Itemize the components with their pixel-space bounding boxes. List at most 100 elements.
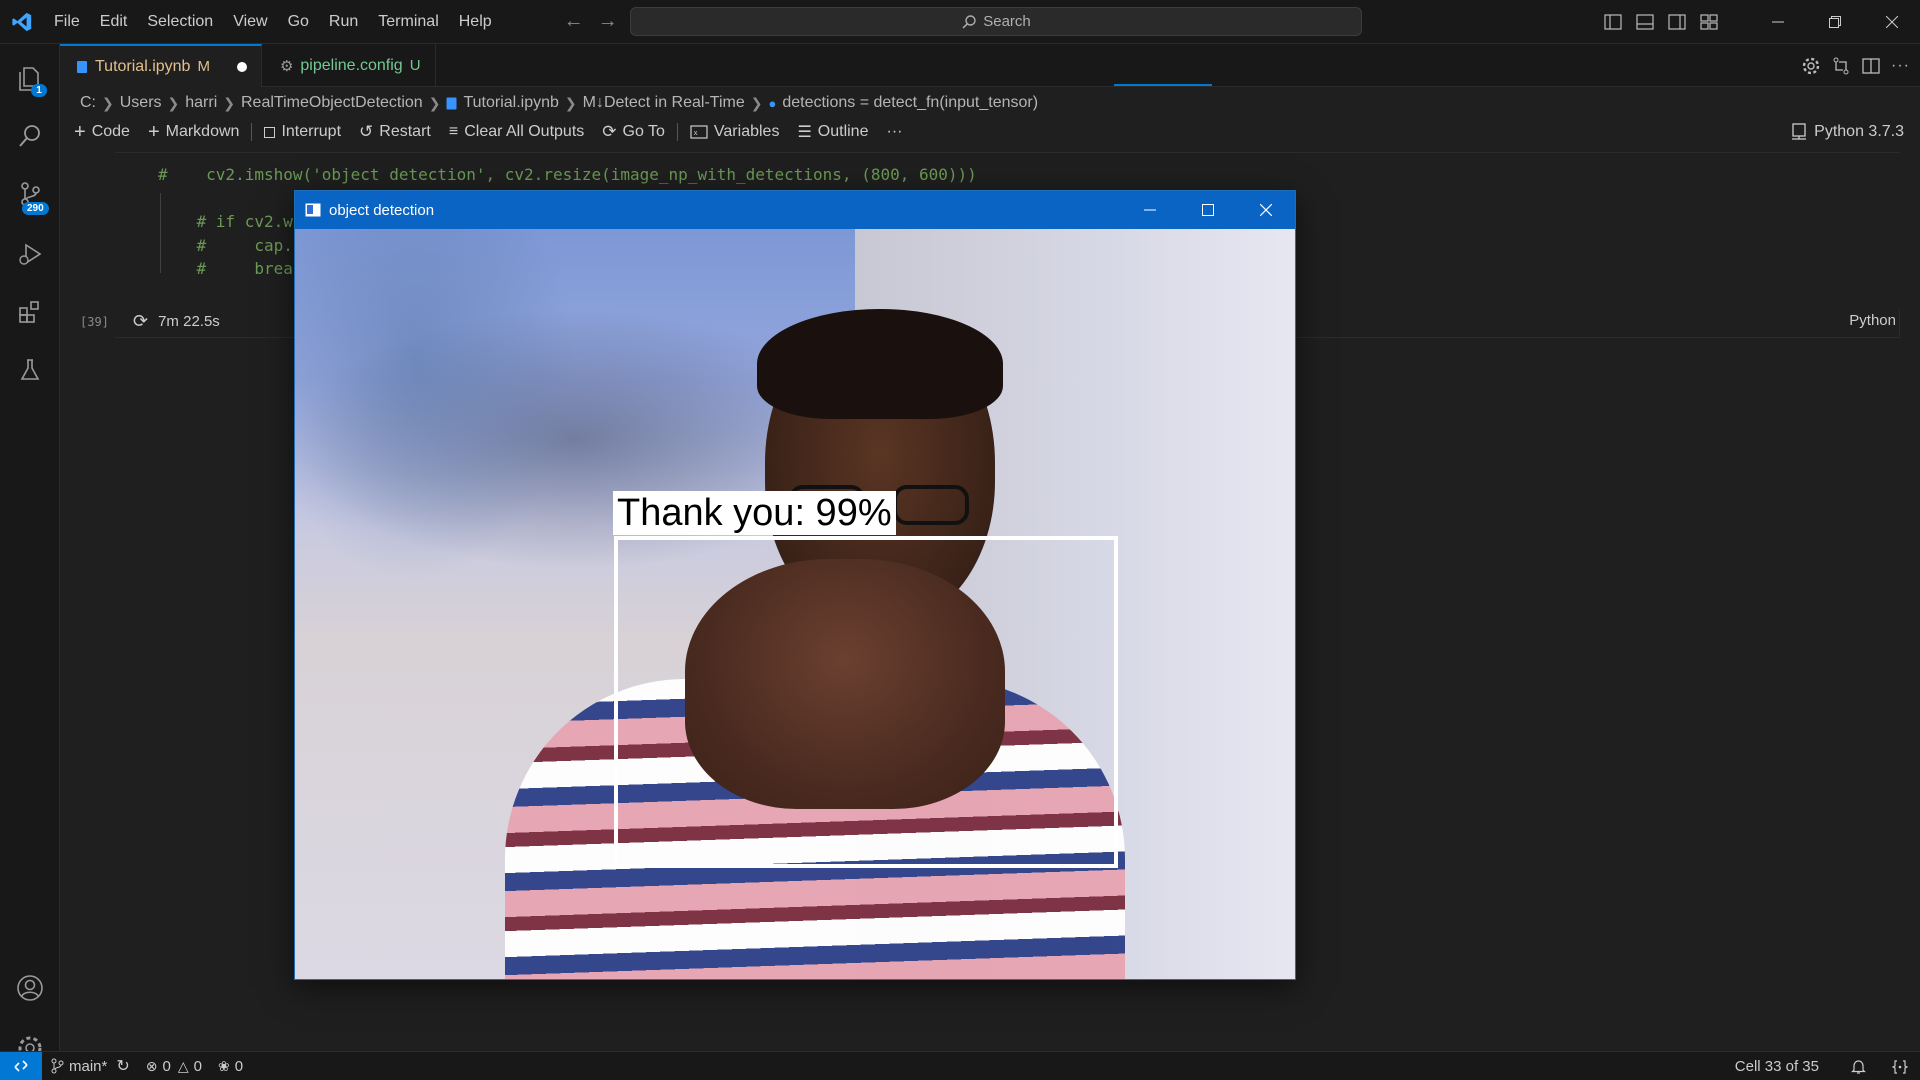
tab-label: pipeline.config [300, 56, 403, 74]
remote-indicator-icon[interactable] [0, 1051, 42, 1080]
breadcrumb-file[interactable]: Tutorial.ipynb [463, 94, 558, 112]
breadcrumb-users[interactable]: Users [120, 94, 162, 112]
breadcrumb-harri[interactable]: harri [185, 94, 217, 112]
menu-help[interactable]: Help [449, 7, 502, 37]
breadcrumb-symbol[interactable]: detections = detect_fn(input_tensor) [782, 94, 1038, 112]
python-cell-icon: ● [768, 95, 777, 111]
branch-indicator[interactable]: main* ↻ [42, 1052, 138, 1080]
variables-icon: x [690, 125, 708, 139]
outline-label: Outline [817, 123, 869, 140]
toggle-panel-icon[interactable] [1629, 0, 1661, 44]
add-code-label: Code [91, 123, 130, 140]
restart-label: Restart [379, 123, 431, 140]
chevron-right-icon: ❯ [102, 94, 114, 111]
copilot-status-icon[interactable] [1880, 1052, 1920, 1080]
interrupt-label: Interrupt [281, 123, 342, 140]
variables-button[interactable]: x Variables [681, 118, 789, 146]
menu-go[interactable]: Go [278, 7, 319, 37]
menu-view[interactable]: View [223, 7, 277, 37]
tab-untracked-status: U [409, 57, 421, 74]
gear-file-icon: ⚙ [279, 57, 294, 75]
compare-changes-icon[interactable] [1831, 56, 1851, 76]
search-icon[interactable] [0, 108, 60, 164]
notifications-bell-icon[interactable] [1837, 1052, 1880, 1080]
menu-file[interactable]: File [44, 7, 90, 37]
command-center-search[interactable]: Search [630, 7, 1362, 36]
restart-button[interactable]: ↺ Restart [350, 118, 440, 146]
window-minimize-icon[interactable] [1121, 191, 1179, 229]
window-maximize-icon[interactable] [1179, 191, 1237, 229]
menu-run[interactable]: Run [319, 7, 368, 37]
clear-all-outputs-button[interactable]: ≡ Clear All Outputs [440, 118, 593, 146]
tab-pipeline-config[interactable]: ⚙ pipeline.config U [262, 44, 436, 87]
outline-list-icon: ☰ [797, 124, 812, 141]
back-arrow-icon[interactable]: ← [564, 10, 584, 33]
interrupt-button[interactable]: Interrupt [255, 118, 350, 146]
customize-layout-icon[interactable] [1693, 0, 1725, 44]
menu-edit[interactable]: Edit [90, 7, 138, 37]
warning-count: 0 [193, 1057, 202, 1075]
kernel-picker[interactable]: Python 3.7.3 [1791, 118, 1904, 146]
extensions-icon[interactable] [0, 284, 60, 340]
kernel-server-icon [1792, 123, 1807, 140]
toggle-secondary-sidebar-icon[interactable] [1661, 0, 1693, 44]
person-hair [757, 309, 1003, 419]
close-icon[interactable] [1863, 0, 1920, 44]
ports-indicator[interactable]: ❀ 0 [210, 1052, 251, 1080]
git-branch-icon [51, 1058, 64, 1074]
sync-icon[interactable]: ↻ [116, 1056, 129, 1076]
code-line: # cv2.imshow('object detection', cv2.res… [158, 165, 977, 184]
cell-position[interactable]: Cell 33 of 35 [1727, 1052, 1837, 1080]
variables-label: Variables [713, 123, 780, 140]
notebook-file-icon [77, 60, 87, 73]
unsaved-dot-icon[interactable] [236, 61, 247, 72]
search-icon [962, 14, 976, 29]
breadcrumb-markdown-section[interactable]: M↓Detect in Real-Time [583, 94, 745, 112]
outline-button[interactable]: ☰ Outline [788, 118, 877, 146]
explorer-icon[interactable]: 1 [0, 50, 60, 106]
go-to-icon: ⟳ [602, 122, 617, 141]
breadcrumb-drive[interactable]: C: [80, 94, 96, 112]
notebook-settings-gear-icon[interactable] [1801, 56, 1821, 76]
execution-count: [39] [80, 315, 109, 329]
restore-icon[interactable] [1806, 0, 1863, 44]
breadcrumb-folder[interactable]: RealTimeObjectDetection [241, 94, 423, 112]
run-debug-icon[interactable] [0, 226, 60, 282]
add-code-cell-button[interactable]: + Code [60, 118, 139, 146]
source-control-icon[interactable]: 290 [0, 166, 60, 222]
svg-text:x: x [693, 129, 697, 137]
menu-bar: File Edit Selection View Go Run Terminal… [44, 0, 502, 44]
status-bar: main* ↻ ⊗ 0 △ 0 ❀ 0 Cell 33 of 35 [0, 1051, 1920, 1080]
toolbar-more-button[interactable]: ··· [877, 118, 911, 146]
window-close-icon[interactable] [1237, 191, 1295, 229]
split-editor-icon[interactable] [1861, 56, 1881, 76]
forward-arrow-icon[interactable]: → [598, 10, 618, 33]
breadcrumb: C: ❯ Users ❯ harri ❯ RealTimeObjectDetec… [80, 92, 1038, 114]
accounts-icon[interactable] [0, 960, 60, 1016]
cell-language-picker[interactable]: Python [1849, 312, 1896, 329]
tab-tutorial-ipynb[interactable]: Tutorial.ipynb M [60, 44, 262, 87]
clear-all-icon: ≡ [448, 123, 459, 140]
menu-selection[interactable]: Selection [137, 7, 223, 37]
warning-icon: △ [177, 1057, 189, 1074]
notebook-file-icon [446, 97, 457, 109]
more-actions-icon[interactable]: ··· [1891, 57, 1910, 75]
window-title-bar[interactable]: object detection [295, 191, 1295, 229]
explorer-badge: 1 [31, 84, 47, 97]
webcam-frame: Thank you: 99% [295, 229, 1295, 979]
minimize-icon[interactable] [1749, 0, 1806, 44]
branch-name: main* [69, 1057, 108, 1075]
window-app-icon [305, 203, 321, 217]
add-markdown-cell-button[interactable]: + Markdown [139, 118, 249, 146]
more-label: ··· [886, 123, 903, 140]
problems-indicator[interactable]: ⊗ 0 △ 0 [138, 1052, 210, 1080]
go-to-button[interactable]: ⟳ Go To [593, 118, 674, 146]
title-bar: File Edit Selection View Go Run Terminal… [0, 0, 1920, 44]
toolbar-divider [676, 123, 678, 141]
restart-icon: ↺ [359, 122, 374, 141]
chevron-right-icon: ❯ [750, 94, 763, 111]
toggle-primary-sidebar-icon[interactable] [1597, 0, 1629, 44]
testing-flask-icon[interactable] [0, 342, 60, 398]
editor-tabs: Tutorial.ipynb M ⚙ pipeline.config U ··· [60, 44, 1920, 87]
menu-terminal[interactable]: Terminal [368, 7, 448, 37]
